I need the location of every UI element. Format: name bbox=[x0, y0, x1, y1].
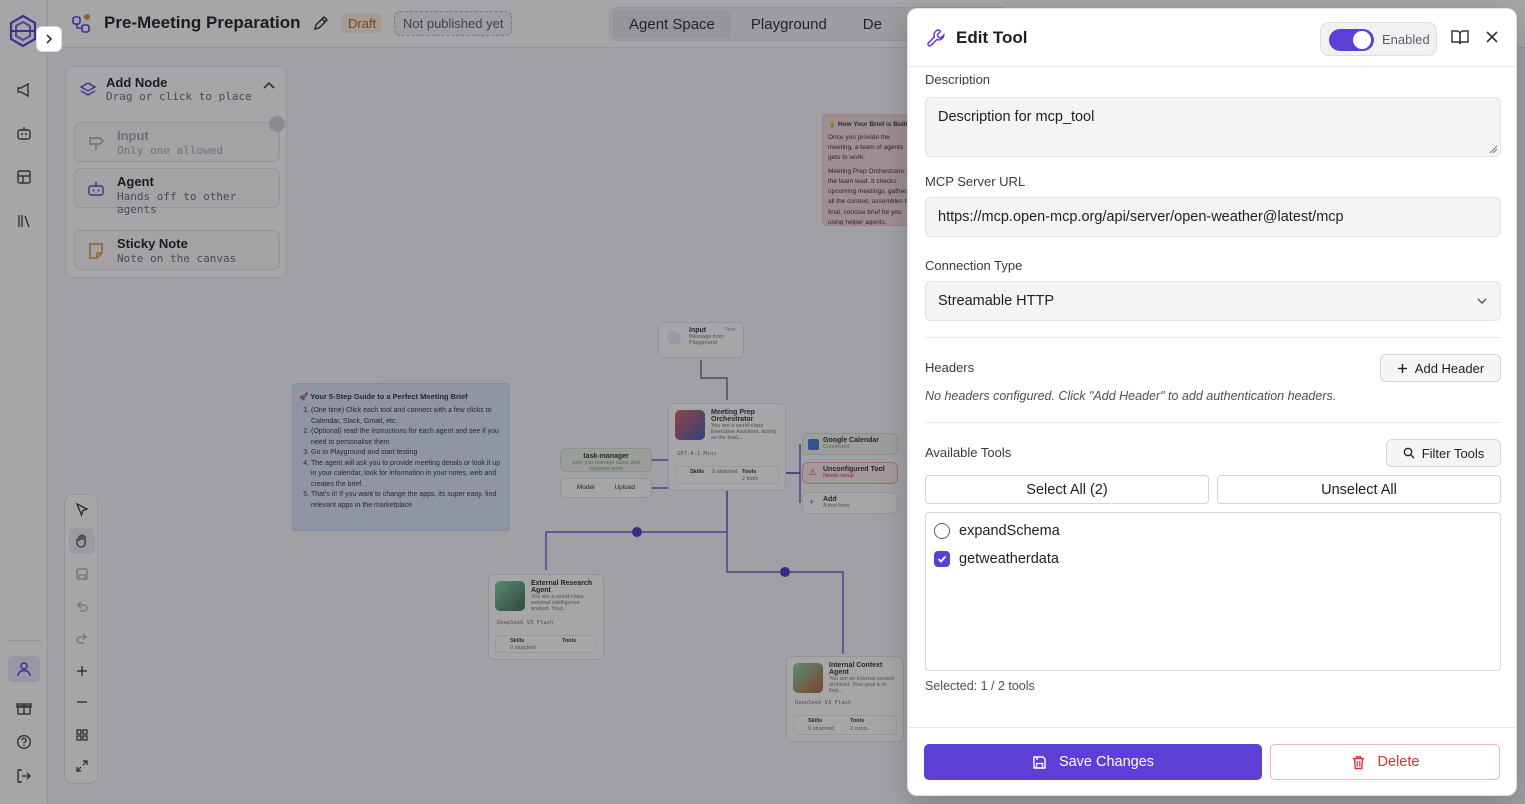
chevron-down-icon bbox=[1477, 298, 1487, 304]
book-open-icon[interactable] bbox=[1451, 28, 1469, 46]
divider bbox=[925, 337, 1501, 338]
resize-grip-icon[interactable] bbox=[1489, 145, 1497, 153]
connection-type-select[interactable]: Streamable HTTP bbox=[925, 281, 1501, 321]
tool-checkbox[interactable] bbox=[934, 523, 950, 539]
tool-checkbox[interactable] bbox=[934, 551, 950, 567]
selected-count: Selected: 1 / 2 tools bbox=[925, 679, 1035, 693]
wrench-icon bbox=[927, 29, 945, 47]
search-icon bbox=[1403, 447, 1415, 459]
close-icon[interactable] bbox=[1483, 28, 1501, 46]
dialog-footer: Save Changes Delete bbox=[908, 727, 1516, 795]
save-changes-label: Save Changes bbox=[1058, 754, 1155, 770]
connection-type-value: Streamable HTTP bbox=[938, 293, 1055, 309]
connection-type-label: Connection Type bbox=[925, 258, 1023, 273]
server-url-label: MCP Server URL bbox=[925, 174, 1026, 189]
enabled-label: Enabled bbox=[1382, 32, 1430, 47]
unselect-all-button[interactable]: Unselect All bbox=[1217, 475, 1501, 504]
delete-button[interactable]: Delete bbox=[1270, 744, 1500, 780]
filter-tools-label: Filter Tools bbox=[1421, 445, 1485, 461]
server-url-value: https://mcp.open-mcp.org/api/server/open… bbox=[938, 209, 1344, 225]
description-value: Description for mcp_tool bbox=[938, 109, 1095, 125]
headers-hint: No headers configured. Click "Add Header… bbox=[925, 389, 1337, 403]
dialog-title: Edit Tool bbox=[956, 28, 1028, 47]
divider bbox=[925, 422, 1501, 423]
tool-name: getweatherdata bbox=[959, 551, 1059, 567]
checkmark-icon bbox=[937, 555, 947, 563]
enabled-toggle-group: Enabled bbox=[1320, 22, 1437, 56]
headers-label: Headers bbox=[925, 360, 975, 375]
dialog-header: Edit Tool Enabled bbox=[908, 9, 1516, 67]
save-changes-button[interactable]: Save Changes bbox=[924, 744, 1262, 780]
tool-item-getweatherdata[interactable]: getweatherdata bbox=[934, 549, 1059, 569]
description-textarea[interactable]: Description for mcp_tool bbox=[925, 97, 1501, 157]
delete-label: Delete bbox=[1377, 754, 1420, 770]
tool-item-expandschema[interactable]: expandSchema bbox=[934, 521, 1060, 541]
chevron-right-icon bbox=[46, 34, 53, 44]
enabled-toggle[interactable] bbox=[1329, 29, 1374, 51]
expand-sidebar-button[interactable] bbox=[36, 26, 62, 52]
edit-tool-dialog: Edit Tool Enabled Description Descriptio… bbox=[907, 8, 1517, 796]
select-all-button[interactable]: Select All (2) bbox=[925, 475, 1209, 504]
available-tools-label: Available Tools bbox=[925, 445, 1012, 460]
tools-list: expandSchema getweatherdata bbox=[925, 512, 1501, 671]
server-url-input[interactable]: https://mcp.open-mcp.org/api/server/open… bbox=[925, 197, 1501, 237]
filter-tools-button[interactable]: Filter Tools bbox=[1386, 439, 1501, 467]
toggle-knob bbox=[1353, 31, 1371, 49]
description-label: Description bbox=[925, 74, 991, 85]
add-header-button[interactable]: Add Header bbox=[1380, 354, 1501, 382]
tool-name: expandSchema bbox=[959, 523, 1060, 539]
save-icon bbox=[1033, 755, 1046, 769]
trash-icon bbox=[1352, 755, 1364, 769]
plus-icon bbox=[1397, 363, 1407, 373]
add-header-label: Add Header bbox=[1414, 360, 1485, 376]
